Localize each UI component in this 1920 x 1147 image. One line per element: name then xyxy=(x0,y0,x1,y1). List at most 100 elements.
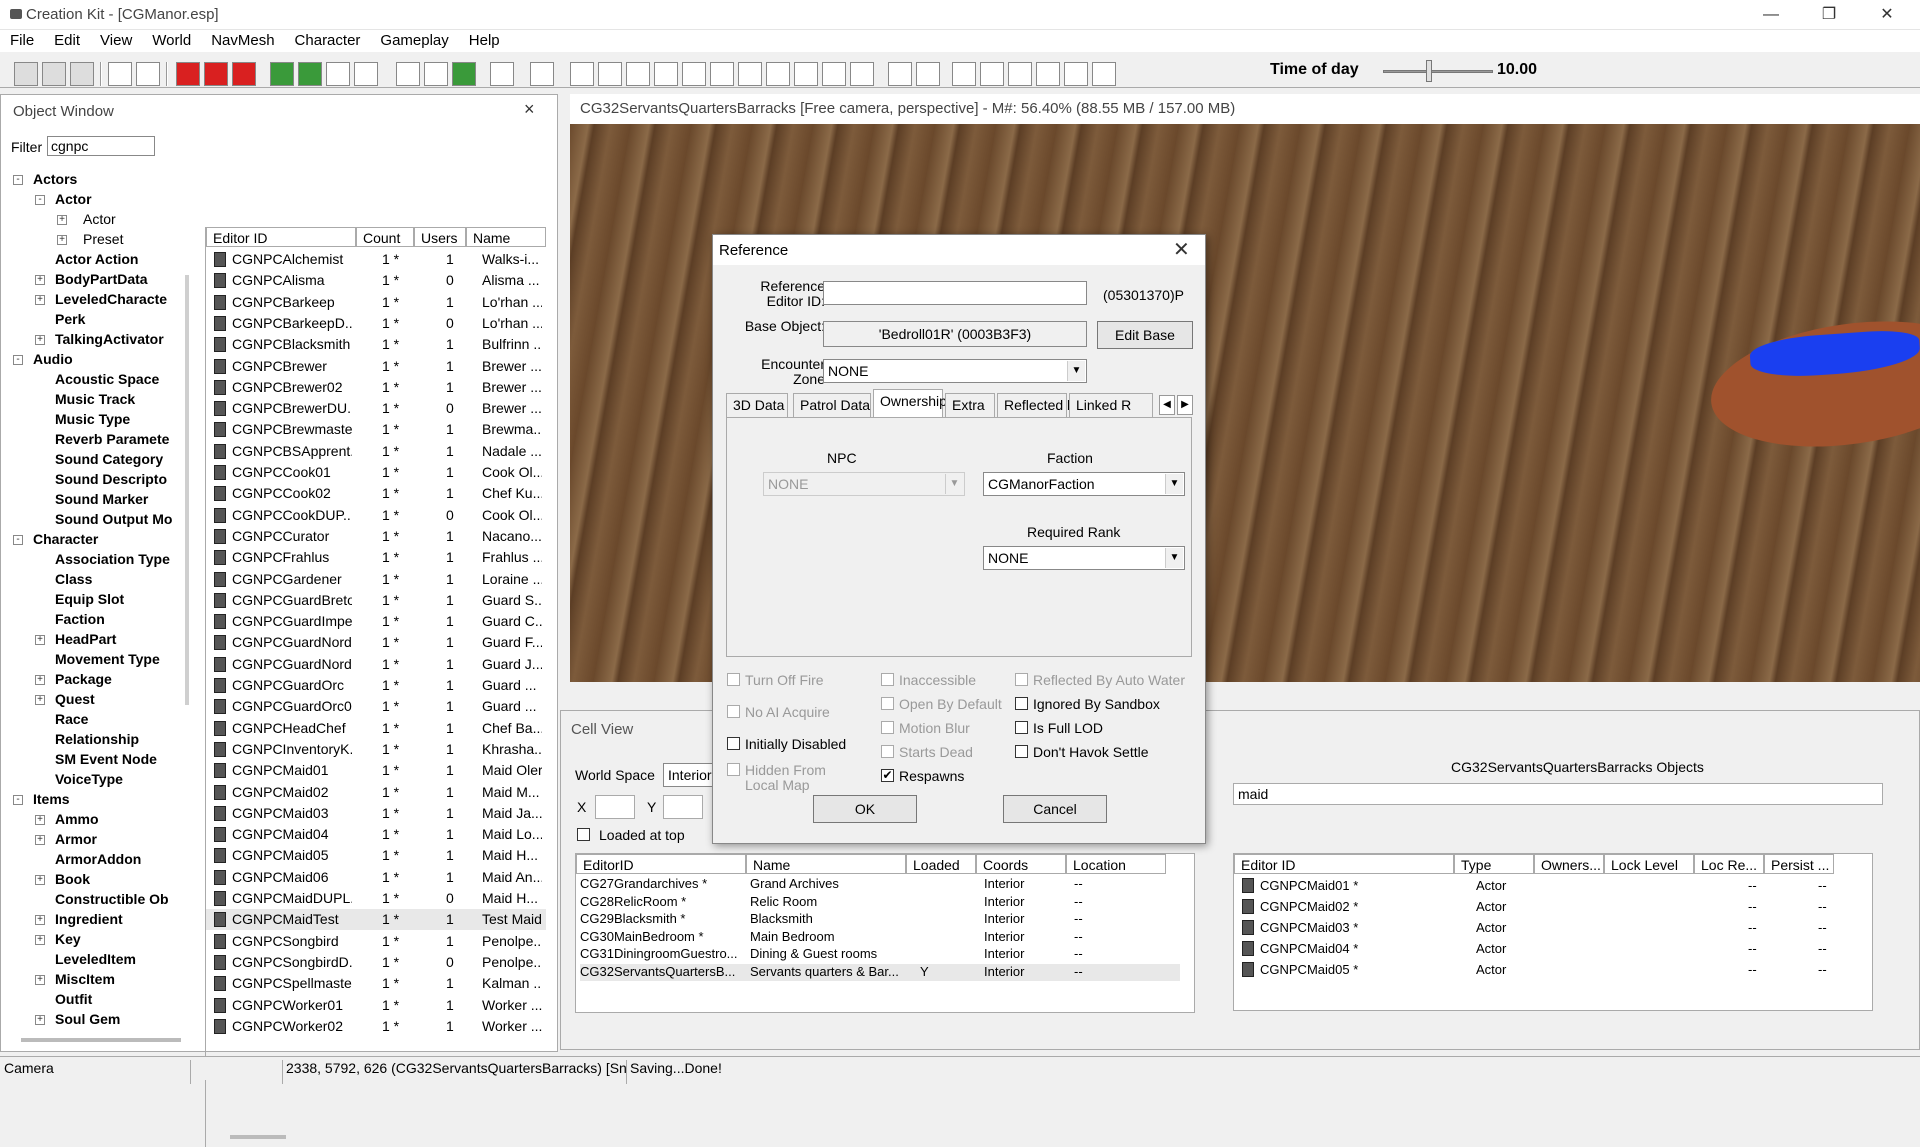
target-icon[interactable] xyxy=(1008,62,1032,86)
table-row[interactable]: CGNPCBlacksmith 1 * 1 Bulfrinn ... xyxy=(206,334,546,355)
faction-select[interactable]: CGManorFaction ▼ xyxy=(983,472,1185,496)
havok-icon[interactable] xyxy=(326,62,350,86)
table-row[interactable]: CGNPCAlisma 1 * 0 Alisma ... xyxy=(206,270,546,291)
cell-column-header[interactable]: Location xyxy=(1066,854,1166,874)
ignored-by-sandbox-checkbox[interactable] xyxy=(1015,697,1028,710)
tree-item[interactable]: Actor xyxy=(83,211,116,227)
tree-item[interactable]: VoiceType xyxy=(55,771,123,787)
tree-item[interactable]: Key xyxy=(55,931,81,947)
tree-item[interactable]: LeveledCharacte xyxy=(55,291,167,307)
menu-character[interactable]: Character xyxy=(285,30,371,51)
tree-item[interactable]: Character xyxy=(33,531,98,547)
cell-column-header[interactable]: Name xyxy=(746,854,906,874)
objects-column-header[interactable]: Persist ... xyxy=(1764,854,1834,874)
tree-expander-icon[interactable]: + xyxy=(35,335,45,345)
tree-item[interactable]: Movement Type xyxy=(55,651,160,667)
ok-button[interactable]: OK xyxy=(813,795,917,823)
tree-item[interactable]: Relationship xyxy=(55,731,139,747)
landscape-edit-icon[interactable] xyxy=(270,62,294,86)
table-row[interactable]: CGNPCFrahlus 1 * 1 Frahlus ... xyxy=(206,547,546,568)
y-coordinate-input[interactable] xyxy=(663,795,703,819)
tree-item[interactable]: Package xyxy=(55,671,112,687)
table-row[interactable]: CGNPCBrewmaster 1 * 1 Brewma... xyxy=(206,419,546,440)
tree-expander-icon[interactable]: - xyxy=(35,195,45,205)
table-row[interactable]: CGNPCMaid05 1 * 1 Maid H... xyxy=(206,845,546,866)
table-row[interactable]: CGNPCMaid02 1 * 1 Maid M... xyxy=(206,782,546,803)
table-row[interactable]: CGNPCGuardOrc02 1 * 1 Guard ... xyxy=(206,696,546,717)
table-row[interactable]: CGNPCMaidTest 1 * 1 Test Maid xyxy=(206,909,546,931)
table-row[interactable]: CGNPCGuardOrc 1 * 1 Guard ... xyxy=(206,675,546,696)
time-of-day-slider[interactable] xyxy=(1383,70,1493,73)
tree-item[interactable]: Constructible Ob xyxy=(55,891,169,907)
tab-3d-data[interactable]: 3D Data xyxy=(726,393,788,417)
cell-objects-filter-input[interactable] xyxy=(1233,783,1883,805)
tree-expander-icon[interactable]: + xyxy=(35,975,45,985)
rooms-icon[interactable] xyxy=(710,62,734,86)
table-row[interactable]: CGNPCCurator 1 * 1 Nacano... xyxy=(206,526,546,547)
menu-view[interactable]: View xyxy=(90,30,142,51)
encounter-zone-select[interactable]: NONE ▼ xyxy=(823,359,1087,383)
x-coordinate-input[interactable] xyxy=(595,795,635,819)
table-row[interactable]: CGNPCMaid04 1 * 1 Maid Lo... xyxy=(206,824,546,845)
planes-icon[interactable] xyxy=(738,62,762,86)
tree-expander-icon[interactable]: + xyxy=(35,675,45,685)
tree-item[interactable]: Quest xyxy=(55,691,95,707)
tree-item[interactable]: Sound Output Mo xyxy=(55,511,172,527)
sky-icon[interactable] xyxy=(424,62,448,86)
redo-icon[interactable] xyxy=(136,62,160,86)
table-row[interactable]: CGNPCGuardNord 1 * 1 Guard F... xyxy=(206,632,546,653)
tab-ownership[interactable]: Ownership xyxy=(873,389,947,417)
objlist-horizontal-scrollbar[interactable] xyxy=(230,1135,286,1139)
warnings-icon[interactable] xyxy=(530,62,554,86)
w-icon[interactable] xyxy=(1036,62,1060,86)
table-row[interactable]: CGNPCCook02 1 * 1 Chef Ku... xyxy=(206,483,546,504)
table-row[interactable]: CGNPCMaid06 1 * 1 Maid An... xyxy=(206,867,546,888)
objects-column-header[interactable]: Type xyxy=(1454,854,1534,874)
table-row[interactable]: CGNPCBrewerDU... 1 * 0 Brewer ... xyxy=(206,398,546,419)
objects-column-header[interactable]: Editor ID xyxy=(1234,854,1454,874)
menu-gameplay[interactable]: Gameplay xyxy=(370,30,458,51)
tree-item[interactable]: Preset xyxy=(83,231,123,247)
tree-item[interactable]: SM Event Node xyxy=(55,751,157,767)
tree-expander-icon[interactable]: - xyxy=(13,355,23,365)
tree-item[interactable]: Soul Gem xyxy=(55,1011,120,1027)
cell-row[interactable]: CG30MainBedroom * Main Bedroom Interior -- xyxy=(580,929,1180,946)
don-t-havok-settle-checkbox[interactable] xyxy=(1015,745,1028,758)
tree-item[interactable]: Acoustic Space xyxy=(55,371,159,387)
tree-item[interactable]: Items xyxy=(33,791,70,807)
edit-base-button[interactable]: Edit Base xyxy=(1097,321,1193,349)
tree-scrollbar[interactable] xyxy=(185,275,189,705)
cell-column-header[interactable]: EditorID xyxy=(576,854,746,874)
table-row[interactable]: CGNPCSongbird 1 * 1 Penolpe... xyxy=(206,931,546,952)
tree-item[interactable]: Equip Slot xyxy=(55,591,124,607)
preferences-icon[interactable] xyxy=(70,62,94,86)
filter-input[interactable] xyxy=(47,136,155,156)
tab-linked-r[interactable]: Linked R xyxy=(1069,393,1153,417)
time-of-day-slider-thumb[interactable] xyxy=(1426,60,1433,82)
tree-item[interactable]: Music Type xyxy=(55,411,130,427)
cell-row[interactable]: CG27Grandarchives * Grand Archives Interio… xyxy=(580,876,1180,893)
snap-angle-icon[interactable] xyxy=(204,62,228,86)
menu-edit[interactable]: Edit xyxy=(44,30,90,51)
table-row[interactable]: CGNPCHeadChef 1 * 1 Chef Ba... xyxy=(206,718,546,739)
save-icon[interactable] xyxy=(42,62,66,86)
table-row[interactable]: CGNPCGuardNord... 1 * 1 Guard J... xyxy=(206,654,546,675)
collision-icon[interactable] xyxy=(916,62,940,86)
required-rank-select[interactable]: NONE ▼ xyxy=(983,546,1185,570)
table-row[interactable]: CGNPCBrewer 1 * 1 Brewer ... xyxy=(206,356,546,377)
lasso-icon[interactable] xyxy=(490,62,514,86)
tree-item[interactable]: Actor Action xyxy=(55,251,138,267)
tree-expander-icon[interactable]: + xyxy=(35,915,45,925)
cell-column-header[interactable]: Coords xyxy=(976,854,1066,874)
tree-item[interactable]: BodyPartData xyxy=(55,271,148,287)
occlusion-icon[interactable] xyxy=(626,62,650,86)
open-icon[interactable] xyxy=(14,62,38,86)
table-row[interactable]: CGNPCCook01 1 * 1 Cook Ol... xyxy=(206,462,546,483)
grass-icon[interactable] xyxy=(452,62,476,86)
menu-file[interactable]: File xyxy=(0,30,44,51)
tree-item[interactable]: Perk xyxy=(55,311,85,327)
objects-column-header[interactable]: Owners... xyxy=(1534,854,1604,874)
table-row[interactable]: CGNPCAlchemist 1 * 1 Walks-i... xyxy=(206,249,546,270)
tree-expander-icon[interactable]: - xyxy=(13,795,23,805)
cell-row[interactable]: CG31DiningroomGuestro... Dining & Guest r… xyxy=(580,946,1180,963)
